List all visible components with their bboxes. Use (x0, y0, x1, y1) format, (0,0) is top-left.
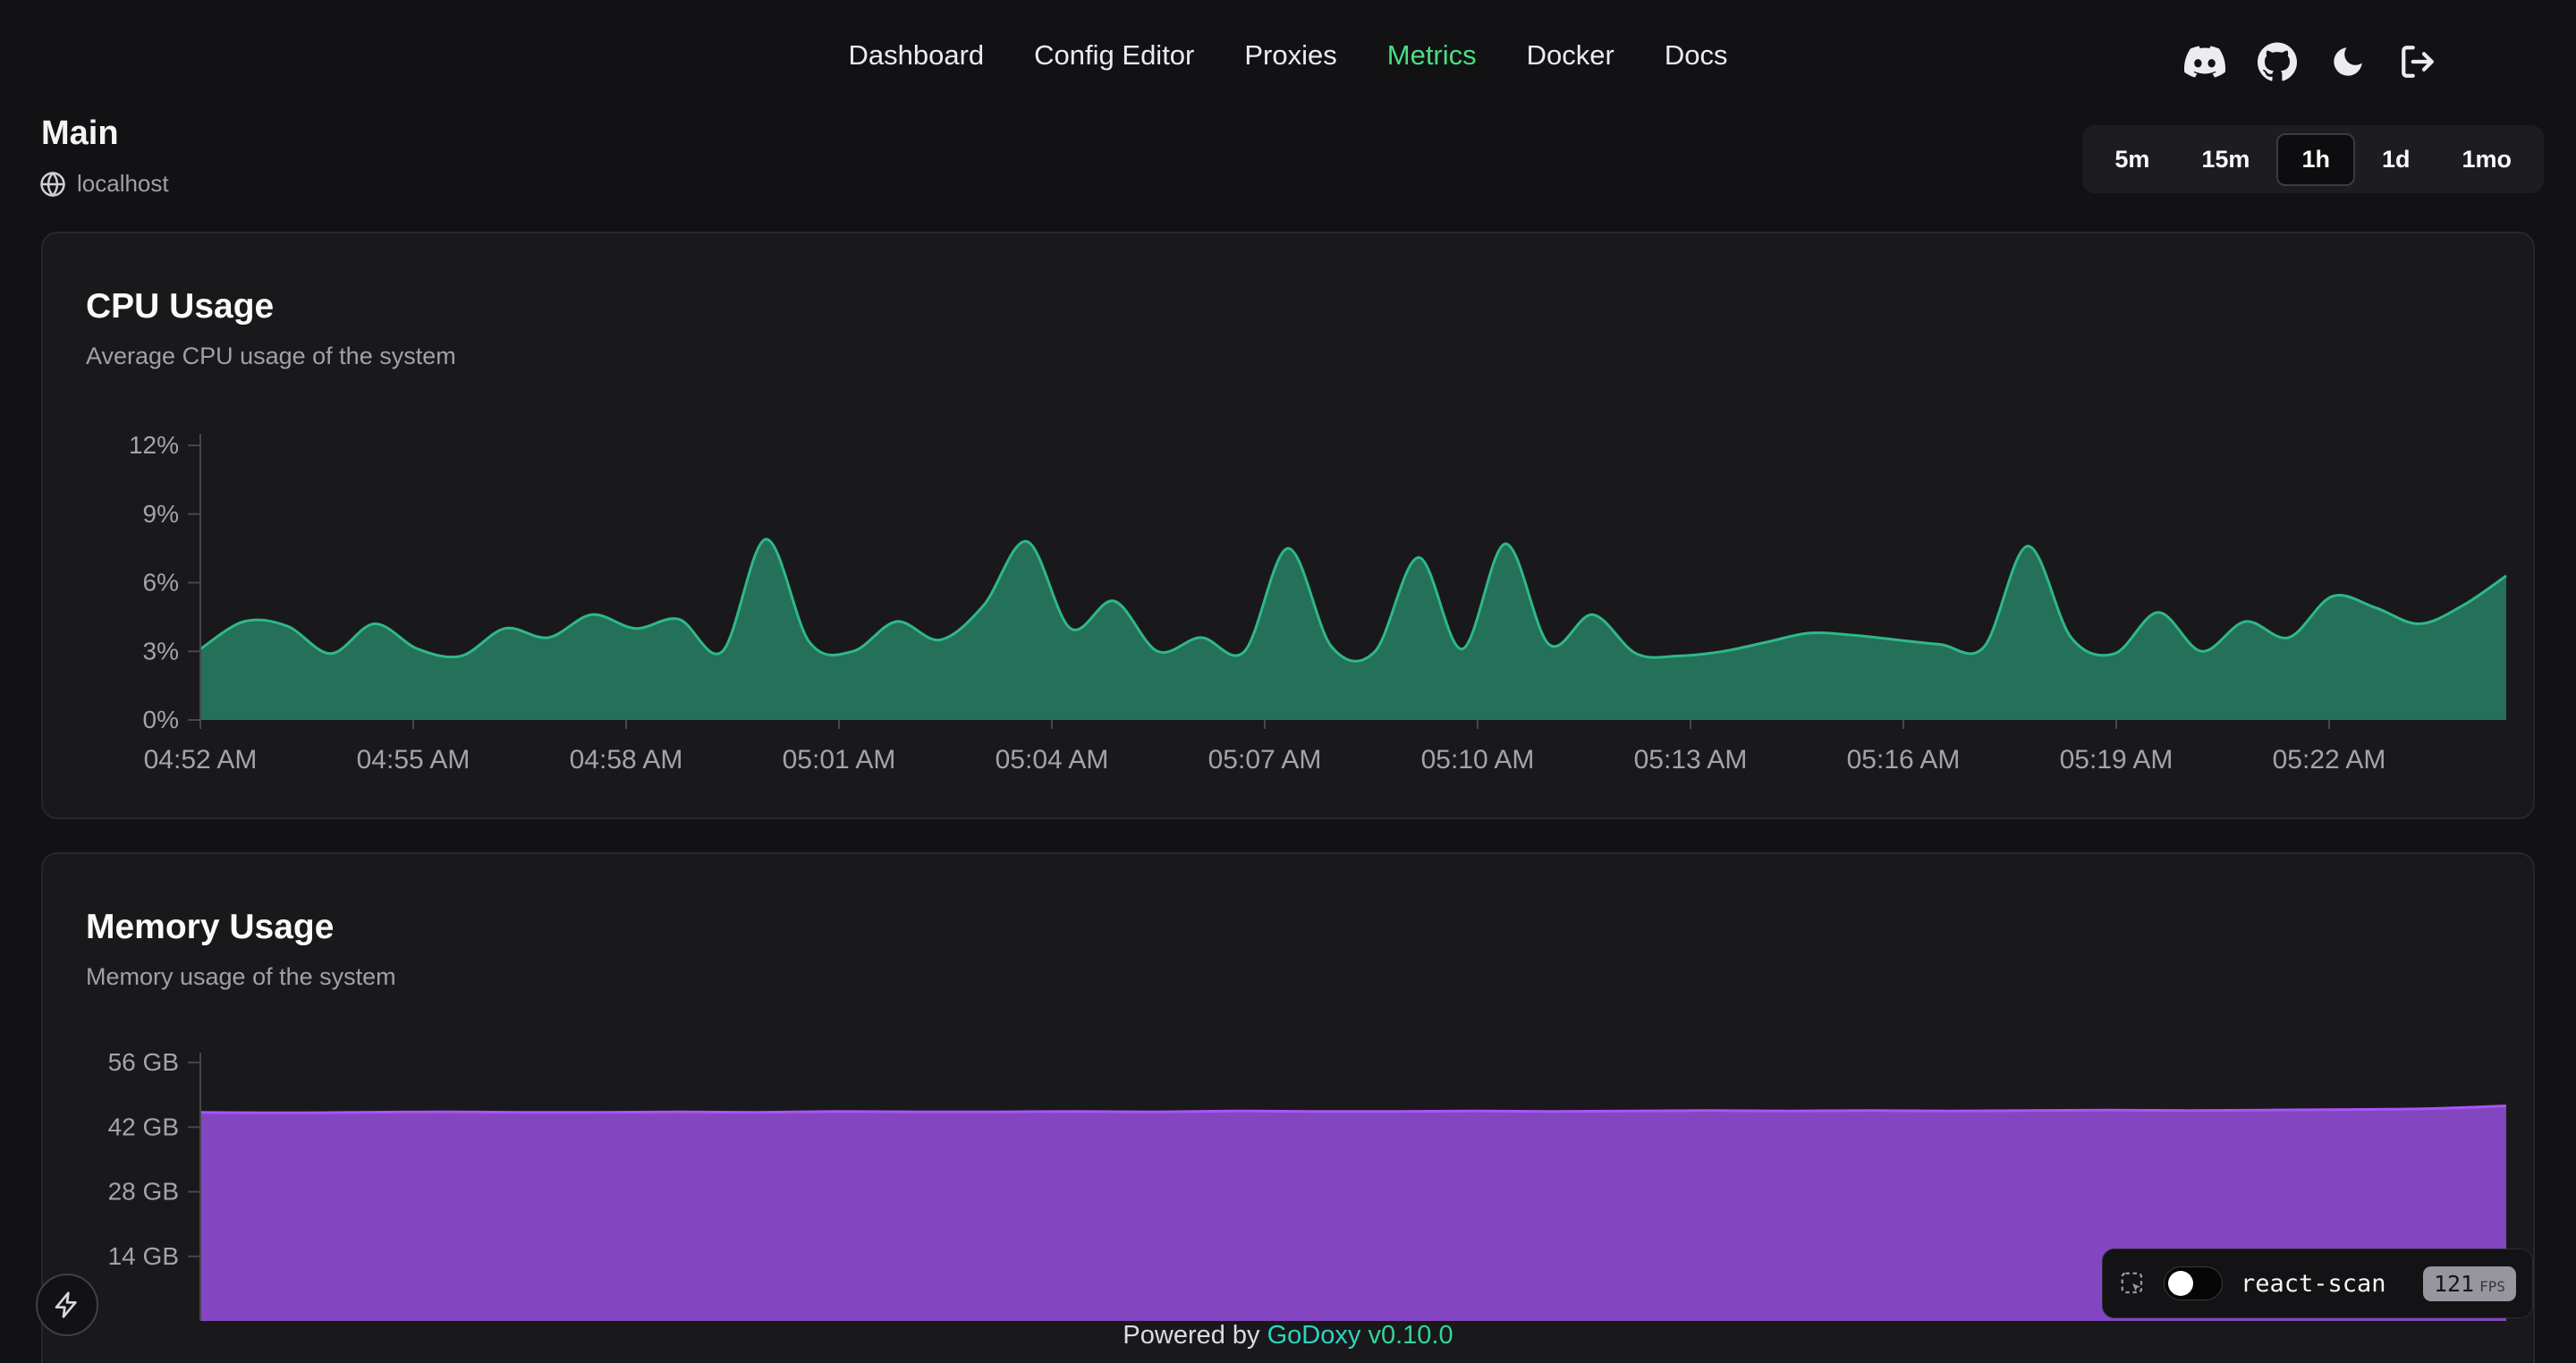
time-range-5m[interactable]: 5m (2089, 133, 2174, 186)
svg-text:05:22 AM: 05:22 AM (2273, 745, 2386, 775)
cpu-card-subtitle: Average CPU usage of the system (86, 343, 456, 370)
logout-icon[interactable] (2399, 43, 2436, 80)
godoxy-link[interactable]: GoDoxy (1267, 1321, 1361, 1350)
github-icon[interactable] (2258, 42, 2297, 81)
svg-text:42 GB: 42 GB (108, 1113, 179, 1140)
time-range-1h[interactable]: 1h (2276, 133, 2355, 186)
cpu-usage-card: CPU Usage Average CPU usage of the syste… (41, 232, 2535, 819)
svg-text:05:19 AM: 05:19 AM (2060, 745, 2174, 775)
nav-config-editor[interactable]: Config Editor (1034, 39, 1194, 72)
lightning-bolt-icon (53, 1291, 81, 1319)
svg-text:56 GB: 56 GB (108, 1048, 179, 1076)
version-link[interactable]: v0.10.0 (1368, 1321, 1453, 1350)
svg-text:05:01 AM: 05:01 AM (783, 745, 896, 775)
react-scan-toggle[interactable] (2164, 1266, 2223, 1300)
time-range-1mo[interactable]: 1mo (2436, 133, 2537, 186)
svg-text:05:10 AM: 05:10 AM (1421, 745, 1535, 775)
svg-text:04:58 AM: 04:58 AM (570, 745, 683, 775)
svg-text:0%: 0% (143, 706, 179, 733)
nav-metrics[interactable]: Metrics (1387, 39, 1477, 72)
nav-docs[interactable]: Docs (1665, 39, 1728, 72)
cpu-usage-chart[interactable]: 0% 3% 6% 9% 12% 04:52 AM 04:55 AM 04:58 AM 05:01… (43, 412, 2537, 806)
svg-text:28 GB: 28 GB (108, 1178, 179, 1206)
time-range-selector: 5m 15m 1h 1d 1mo (2082, 125, 2544, 193)
powered-by-label: Powered by (1123, 1321, 1259, 1350)
footer: Powered by GoDoxy v0.10.0 (0, 1321, 2576, 1350)
svg-text:05:13 AM: 05:13 AM (1634, 745, 1748, 775)
inspect-icon[interactable] (2119, 1270, 2146, 1297)
react-scan-label: react-scan (2241, 1270, 2386, 1298)
discord-icon[interactable] (2184, 41, 2225, 82)
svg-text:6%: 6% (143, 569, 179, 597)
svg-text:9%: 9% (143, 500, 179, 528)
svg-text:12%: 12% (129, 431, 179, 459)
main-nav: Dashboard Config Editor Proxies Metrics … (849, 39, 1728, 72)
svg-text:04:55 AM: 04:55 AM (357, 745, 470, 775)
globe-icon (39, 171, 66, 198)
svg-text:3%: 3% (143, 637, 179, 665)
time-range-1d[interactable]: 1d (2357, 133, 2436, 186)
svg-text:05:16 AM: 05:16 AM (1847, 745, 1961, 775)
nav-docker[interactable]: Docker (1527, 39, 1614, 72)
time-range-15m[interactable]: 15m (2176, 133, 2275, 186)
page-title: Main (41, 114, 119, 153)
svg-text:05:07 AM: 05:07 AM (1208, 745, 1322, 775)
theme-moon-icon[interactable] (2329, 43, 2367, 80)
fps-unit: FPS (2479, 1278, 2505, 1295)
header-icon-group (2184, 41, 2436, 82)
fps-badge: 121 FPS (2423, 1266, 2516, 1301)
toggle-knob (2168, 1271, 2193, 1296)
quick-actions-button[interactable] (36, 1274, 98, 1336)
svg-text:05:04 AM: 05:04 AM (996, 745, 1109, 775)
nav-proxies[interactable]: Proxies (1244, 39, 1336, 72)
host-label: localhost (77, 170, 169, 198)
memory-card-title: Memory Usage (86, 908, 334, 947)
fps-value: 121 (2434, 1271, 2474, 1297)
svg-text:04:52 AM: 04:52 AM (144, 745, 258, 775)
svg-text:14 GB: 14 GB (108, 1242, 179, 1270)
nav-dashboard[interactable]: Dashboard (849, 39, 985, 72)
cpu-card-title: CPU Usage (86, 287, 274, 326)
react-scan-toolbar: react-scan 121 FPS (2102, 1249, 2533, 1318)
host-row: localhost (39, 170, 169, 198)
memory-card-subtitle: Memory usage of the system (86, 963, 396, 991)
